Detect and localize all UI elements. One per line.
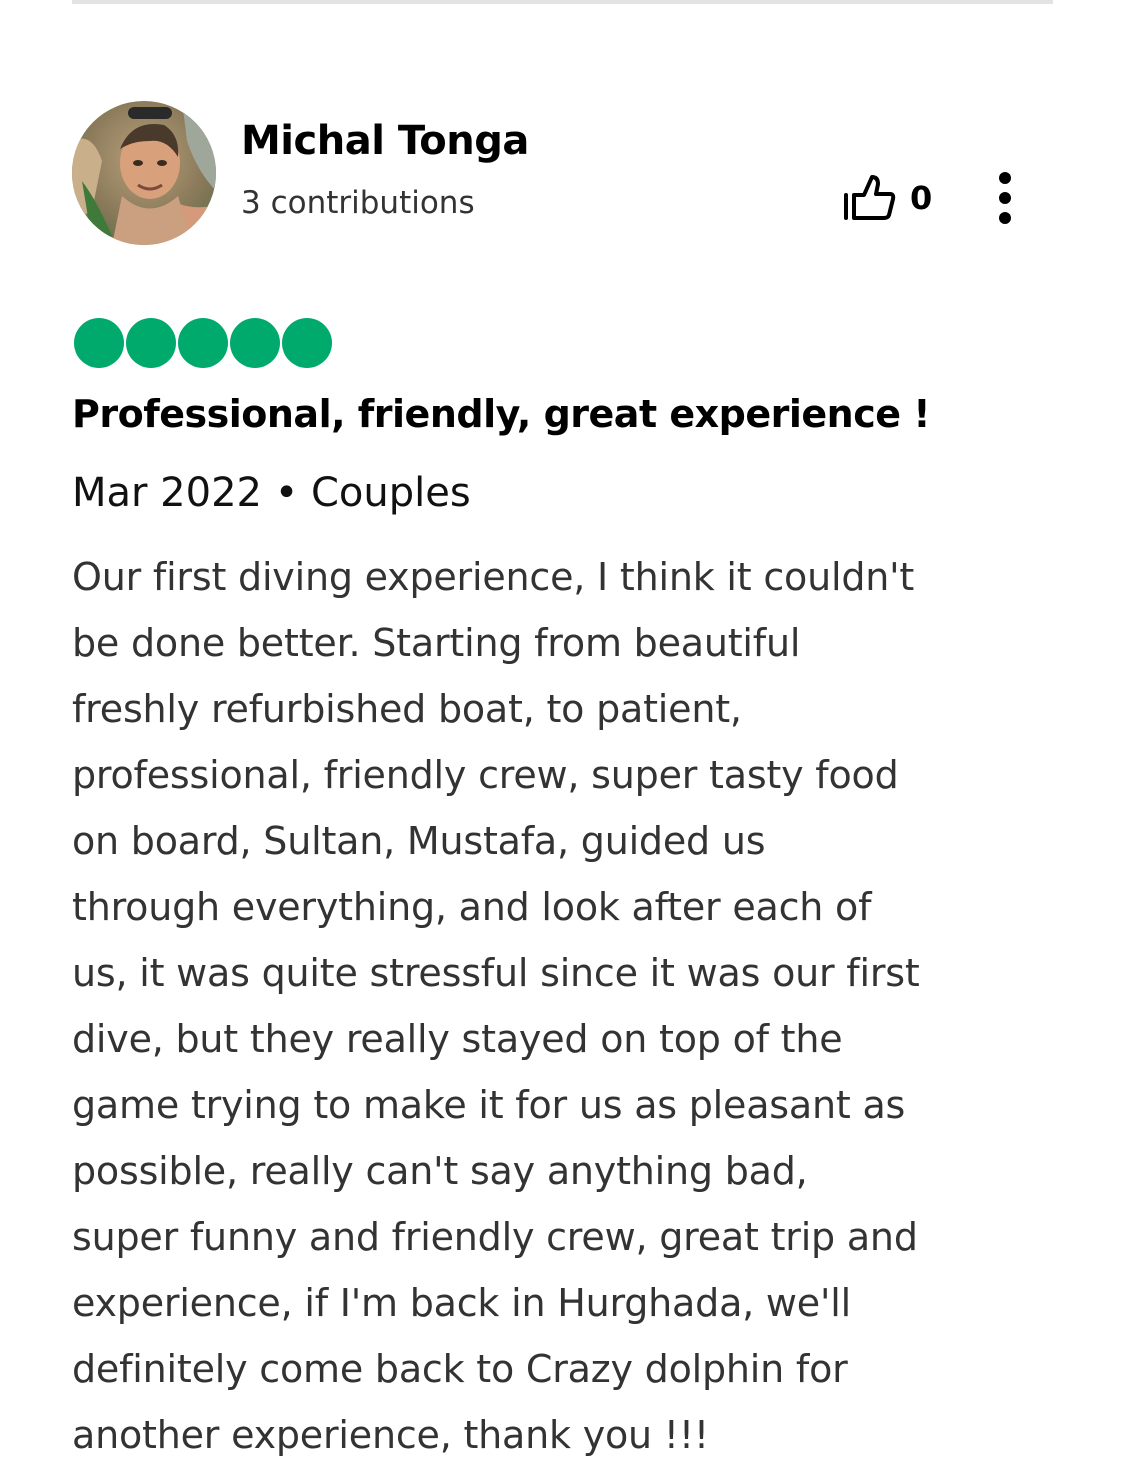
review-body-line: be done better. Starting from beautiful: [72, 621, 801, 665]
helpful-count: 0: [910, 179, 933, 217]
rating-bubbles: [74, 318, 334, 368]
review-body-line: through everything, and look after each …: [72, 885, 872, 929]
review-body-line: definitely come back to Crazy dolphin fo…: [72, 1347, 848, 1391]
rating-bubble-icon: [230, 318, 280, 368]
user-avatar-photo: [72, 101, 216, 245]
thumbs-up-icon: [844, 175, 896, 220]
review-body-line: on board, Sultan, Mustafa, guided us: [72, 819, 766, 863]
vertical-ellipsis-icon: [999, 172, 1011, 224]
review-meta: Mar 2022 • Couples: [72, 470, 471, 516]
review-body-line: us, it was quite stressful since it was …: [72, 951, 920, 995]
review-title[interactable]: Professional, friendly, great experience…: [72, 392, 931, 436]
helpful-vote-button[interactable]: 0: [840, 170, 932, 226]
rating-bubble-icon: [178, 318, 228, 368]
review-body-line: professional, friendly crew, super tasty…: [72, 753, 899, 797]
contributions-count: 3 contributions: [241, 185, 475, 221]
review-body-line: possible, really can't say anything bad,: [72, 1149, 808, 1193]
rating-bubble-icon: [282, 318, 332, 368]
top-divider: [72, 0, 1053, 4]
review-body-line: freshly refurbished boat, to patient,: [72, 687, 742, 731]
review-body-line: dive, but they really stayed on top of t…: [72, 1017, 843, 1061]
review-body-line: game trying to make it for us as pleasan…: [72, 1083, 906, 1127]
rating-bubble-icon: [74, 318, 124, 368]
review-body-line: another experience, thank you !!!: [72, 1413, 709, 1457]
rating-bubble-icon: [126, 318, 176, 368]
reviewer-avatar[interactable]: [72, 101, 216, 245]
more-options-button[interactable]: [985, 168, 1025, 228]
review-body-line: Our first diving experience, I think it …: [72, 555, 915, 599]
review-body-line: experience, if I'm back in Hurghada, we'…: [72, 1281, 851, 1325]
review-body: Our first diving experience, I think it …: [72, 544, 1062, 1468]
reviewer-name[interactable]: Michal Tonga: [241, 118, 529, 164]
review-body-line: super funny and friendly crew, great tri…: [72, 1215, 918, 1259]
